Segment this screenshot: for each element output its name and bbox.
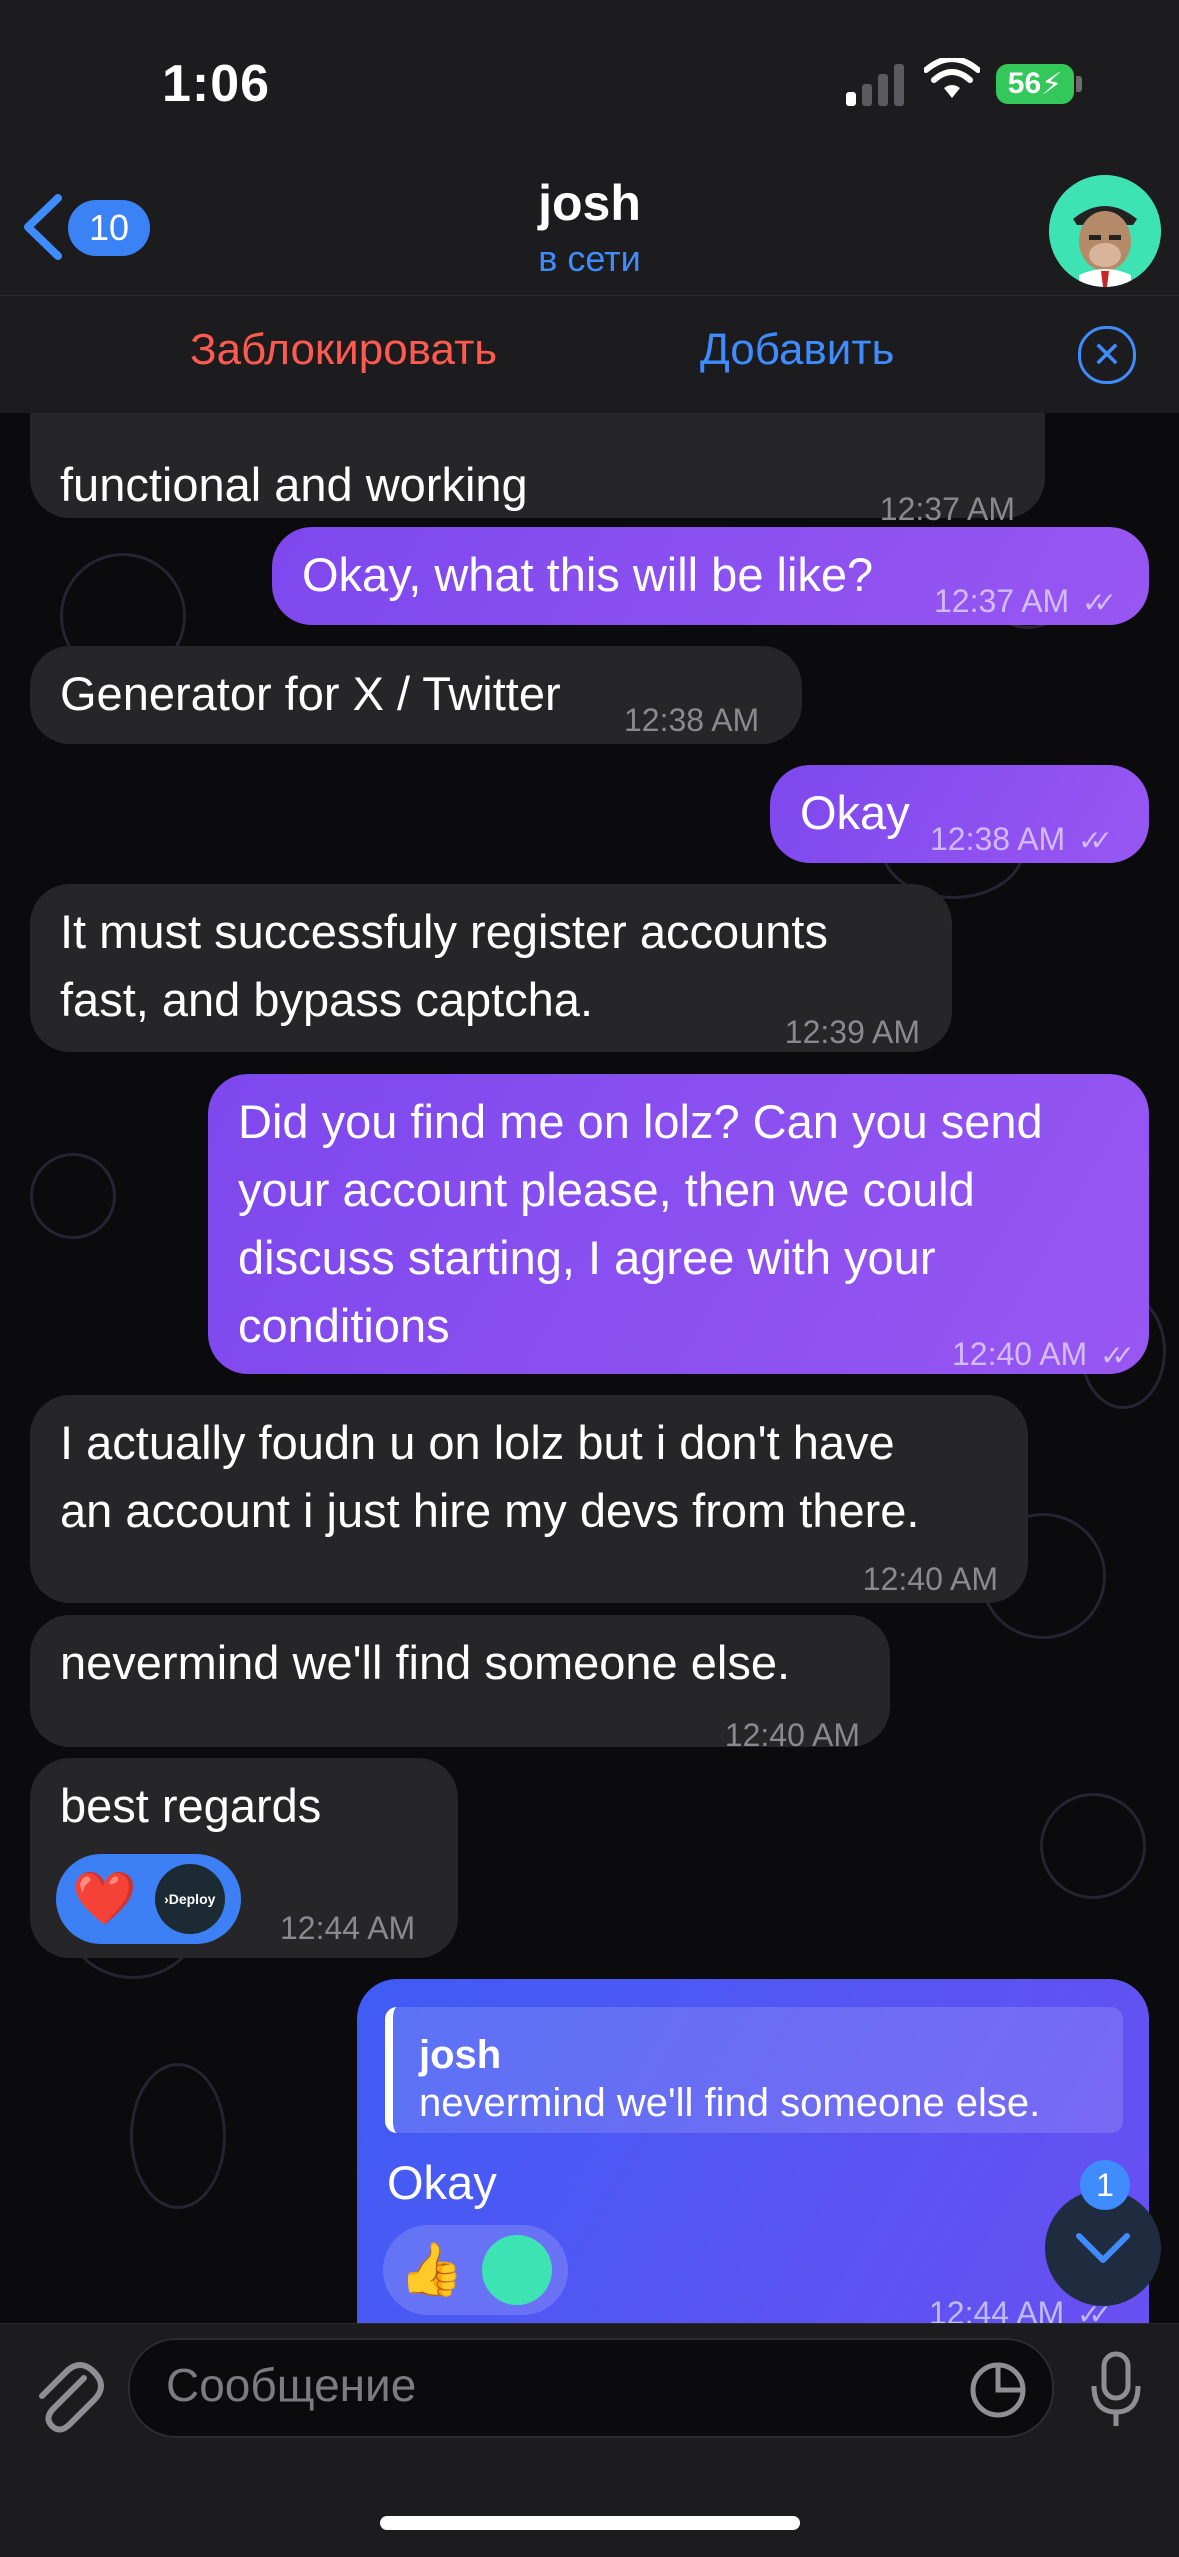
battery-cap (1076, 76, 1082, 92)
read-checkmarks-icon: ✓✓ (1100, 1340, 1135, 1371)
thumbs-up-reaction[interactable]: 👍 (399, 2244, 464, 2296)
read-checkmarks-icon: ✓✓ (1078, 825, 1113, 856)
reply-quote[interactable]: josh nevermind we'll find someone else. (385, 2007, 1123, 2133)
heart-reaction[interactable]: ❤️ (72, 1873, 137, 1925)
sticker-icon[interactable] (968, 2360, 1028, 2425)
message-line: your account please, then we could (238, 1163, 975, 1216)
message-time: 12:37 AM (934, 583, 1070, 619)
message-text: Okay (387, 2156, 497, 2209)
message-time: 12:40 AM (862, 1561, 998, 1597)
message-outgoing[interactable]: Did you find me on lolz? Can you send yo… (208, 1074, 1149, 1374)
message-incoming[interactable]: nevermind we'll find someone else. 12:40… (30, 1615, 890, 1753)
message-reactions[interactable]: ❤️ › Deploy (56, 1854, 241, 1944)
reaction-avatar (481, 2235, 552, 2305)
message-time: 12:40 AM (724, 1717, 860, 1753)
message-line: I actually foudn u on lolz but i don't h… (60, 1416, 895, 1469)
message-text: Okay, what this will be like? (302, 548, 874, 601)
avatar[interactable] (1049, 175, 1161, 287)
message-text: Okay (800, 786, 910, 839)
message-meta: 12:37 AM ✓✓ (934, 567, 1117, 637)
message-incoming[interactable]: I actually foudn u on lolz but i don't h… (30, 1395, 1028, 1603)
chevron-down-icon (1076, 2233, 1130, 2263)
message-time: 12:40 AM (951, 1336, 1088, 1372)
message-time: 12:38 AM (624, 702, 760, 738)
chat-title: josh (538, 175, 641, 231)
read-checkmarks-icon: ✓✓ (1082, 587, 1117, 618)
block-button[interactable]: Заблокировать (190, 325, 497, 375)
message-text: best regards (60, 1779, 322, 1832)
reply-text: nevermind we'll find someone else. (419, 2081, 1041, 2125)
message-line: It must successfuly register accounts (60, 905, 828, 958)
message-placeholder: Сообщение (166, 2359, 417, 2411)
reaction-avatar: › Deploy (154, 1864, 225, 1934)
message-reactions[interactable]: 👍 (383, 2225, 568, 2315)
close-icon[interactable]: ✕ (1078, 326, 1136, 384)
chat-area[interactable]: functional and working 12:37 AM Okay, wh… (0, 413, 1179, 2323)
wifi-icon (923, 56, 981, 107)
message-text: functional and working (60, 458, 528, 511)
unread-count-badge: 1 (1080, 2160, 1130, 2210)
message-text: nevermind we'll find someone else. (60, 1636, 791, 1689)
add-contact-button[interactable]: Добавить (700, 325, 894, 375)
message-meta: 12:40 AM ✓✓ (951, 1320, 1135, 1390)
contact-action-bar (0, 295, 1179, 414)
message-incoming[interactable]: functional and working 12:37 AM (30, 413, 1045, 527)
cellular-signal-icon (846, 60, 904, 106)
message-meta: 12:38 AM ✓✓ (930, 805, 1113, 875)
message-time: 12:44 AM (280, 1910, 416, 1946)
message-outgoing[interactable]: Okay 12:38 AM ✓✓ (770, 765, 1149, 863)
message-line: Did you find me on lolz? Can you send (238, 1095, 1043, 1148)
message-incoming[interactable]: best regards ❤️ › Deploy 12:44 AM (30, 1758, 458, 1958)
home-indicator (380, 2516, 800, 2530)
message-line: an account i just hire my devs from ther… (60, 1484, 920, 1537)
battery-icon: 56 ⚡ (996, 64, 1074, 104)
message-line: fast, and bypass captcha. (60, 973, 593, 1026)
message-line: discuss starting, I agree with your (238, 1231, 936, 1284)
message-line: conditions (238, 1299, 450, 1352)
microphone-icon[interactable] (1088, 2350, 1144, 2435)
message-time: 12:39 AM (784, 1014, 920, 1050)
message-time: 12:38 AM (930, 821, 1066, 857)
chat-status: в сети (538, 238, 641, 279)
status-time: 1:06 (162, 55, 271, 113)
message-outgoing[interactable]: Okay, what this will be like? 12:37 AM ✓… (272, 527, 1149, 625)
message-time: 12:44 AM (929, 2295, 1065, 2323)
message-incoming[interactable]: It must successfuly register accounts fa… (30, 884, 952, 1052)
message-outgoing-reply[interactable]: josh nevermind we'll find someone else. … (357, 1979, 1149, 2323)
message-incoming[interactable]: Generator for X / Twitter 12:38 AM (30, 646, 802, 744)
message-text: Generator for X / Twitter (60, 667, 561, 720)
paperclip-icon[interactable] (28, 2348, 104, 2443)
